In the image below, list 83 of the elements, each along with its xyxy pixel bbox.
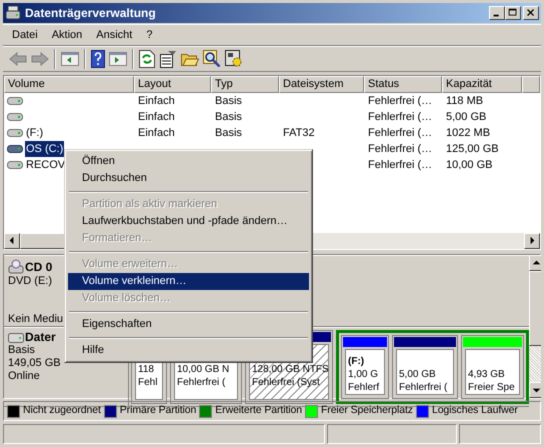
menu-item[interactable]: Ansicht bbox=[89, 26, 140, 44]
table-cell-text: FAT32 bbox=[282, 126, 316, 141]
disk-size: 149,05 GB bbox=[8, 357, 61, 370]
partition-info: Fehlerfrei (Syst bbox=[252, 377, 320, 388]
partition-info: 1,00 G bbox=[348, 369, 378, 380]
window-title: Datenträgerverwaltung bbox=[25, 5, 157, 22]
menu-item[interactable]: ? bbox=[139, 26, 160, 44]
table-cell-text: 125,00 GB bbox=[445, 142, 500, 157]
partition-block[interactable]: 4,93 GB Freier Spe bbox=[461, 335, 524, 399]
partition-info: Fehlerfrei ( bbox=[399, 382, 448, 393]
minimize-button[interactable] bbox=[489, 6, 505, 20]
cd-drive-icon bbox=[8, 259, 24, 275]
partition-info: Fehlerfrei ( bbox=[177, 377, 226, 388]
legend-label: Nicht zugeordnet bbox=[23, 403, 101, 418]
partition-info: 128,00 GB NTFS bbox=[252, 364, 329, 375]
tree-pane-icon[interactable] bbox=[61, 51, 79, 67]
refresh-icon[interactable] bbox=[139, 50, 155, 68]
disk-status: Kein Mediu bbox=[8, 313, 64, 326]
disk-name[interactable]: CD 0 bbox=[25, 260, 52, 274]
disk-name[interactable]: Dater bbox=[25, 331, 56, 344]
table-cell-text: Basis bbox=[214, 94, 243, 109]
action-pane-icon[interactable] bbox=[109, 51, 127, 67]
scrollbar-thumb[interactable] bbox=[529, 271, 541, 346]
scroll-right-button[interactable] bbox=[524, 233, 540, 249]
table-cell-text: Einfach bbox=[137, 110, 176, 125]
partition-info: Freier Spe bbox=[468, 382, 515, 393]
partition-block[interactable]: 5,00 GB Fehlerfrei ( bbox=[392, 335, 458, 399]
column-header[interactable]: Layout bbox=[134, 76, 211, 93]
partition-info: 5,00 GB bbox=[399, 369, 436, 380]
volume-name[interactable]: RECOV bbox=[25, 156, 66, 174]
folder-icon[interactable] bbox=[181, 51, 199, 67]
menu-item[interactable]: Laufwerkbuchstaben und -pfade ändern… bbox=[68, 213, 309, 230]
disk-management-icon bbox=[5, 5, 21, 21]
partition-info: Fehl bbox=[138, 377, 158, 388]
table-cell-text: Fehlerfrei (… bbox=[367, 110, 434, 125]
menu-item[interactable]: Datei bbox=[5, 26, 45, 44]
table-cell-text: Fehlerfrei (… bbox=[367, 142, 434, 157]
disk-type: Basis bbox=[8, 344, 35, 357]
menu-item[interactable]: Aktion bbox=[44, 26, 90, 44]
column-header[interactable]: Status bbox=[364, 76, 442, 93]
volume-name[interactable]: (F:) bbox=[25, 124, 44, 142]
table-cell-text: Fehlerfrei (… bbox=[367, 94, 434, 109]
legend-label: Erweiterte Partition bbox=[215, 403, 302, 418]
column-header[interactable]: Typ bbox=[211, 76, 279, 93]
legend-label: Primäre Partition bbox=[120, 403, 196, 418]
partition-block[interactable]: (F:) 1,00 G Fehlerf bbox=[341, 335, 389, 399]
disk-status: Online bbox=[8, 370, 40, 383]
menu-item[interactable]: Durchsuchen bbox=[68, 170, 309, 187]
menu-item[interactable]: Öffnen bbox=[68, 153, 309, 170]
column-header[interactable]: Kapazität bbox=[442, 76, 522, 93]
scroll-up-button[interactable] bbox=[529, 255, 541, 271]
column-header[interactable]: Volume bbox=[4, 76, 134, 93]
extended-partition[interactable]: (F:) 1,00 G Fehlerf 5,00 GB Fehlerfrei ( 4,93 GB Freier Spe bbox=[336, 330, 529, 404]
search-icon[interactable] bbox=[203, 50, 221, 68]
menu-item[interactable]: Eigenschaften bbox=[68, 316, 309, 333]
table-cell-text: 5,00 GB bbox=[445, 110, 488, 125]
table-cell-text: Fehlerfrei (… bbox=[367, 126, 434, 141]
partition-info: 4,93 GB bbox=[468, 369, 505, 380]
settings-icon[interactable] bbox=[225, 50, 243, 68]
table-cell-text: 1022 MB bbox=[445, 126, 492, 141]
table-cell-text: 118 MB bbox=[445, 94, 484, 109]
partition-title: (F:) bbox=[348, 356, 364, 367]
scroll-left-button[interactable] bbox=[4, 233, 20, 249]
partition-info: Fehlerf bbox=[348, 382, 380, 393]
table-cell-text: Einfach bbox=[137, 126, 176, 141]
scroll-down-button[interactable] bbox=[529, 382, 541, 398]
partition-info: 10,00 GB N bbox=[177, 364, 230, 375]
help-icon[interactable] bbox=[91, 50, 105, 68]
menu-item[interactable]: Volume verkleinern… bbox=[68, 273, 309, 290]
legend-label: Logisches Laufwer bbox=[432, 403, 518, 418]
column-header[interactable]: Dateisystem bbox=[279, 76, 364, 93]
disk-type: DVD (E:) bbox=[8, 275, 52, 288]
volume-name[interactable]: OS (C:) bbox=[25, 140, 64, 158]
table-cell-text: 10,00 GB bbox=[445, 158, 494, 173]
legend-label: Freier Speicherplatz bbox=[320, 403, 413, 418]
table-cell-text: Basis bbox=[214, 110, 243, 125]
table-cell-text: Fehlerfrei (… bbox=[367, 158, 434, 173]
partition-info: 118 bbox=[138, 364, 154, 375]
maximize-button[interactable] bbox=[505, 6, 521, 20]
table-cell-text: Basis bbox=[214, 126, 243, 141]
close-button[interactable] bbox=[523, 6, 539, 20]
table-cell-text: Einfach bbox=[137, 94, 176, 109]
properties-icon[interactable] bbox=[159, 50, 177, 68]
